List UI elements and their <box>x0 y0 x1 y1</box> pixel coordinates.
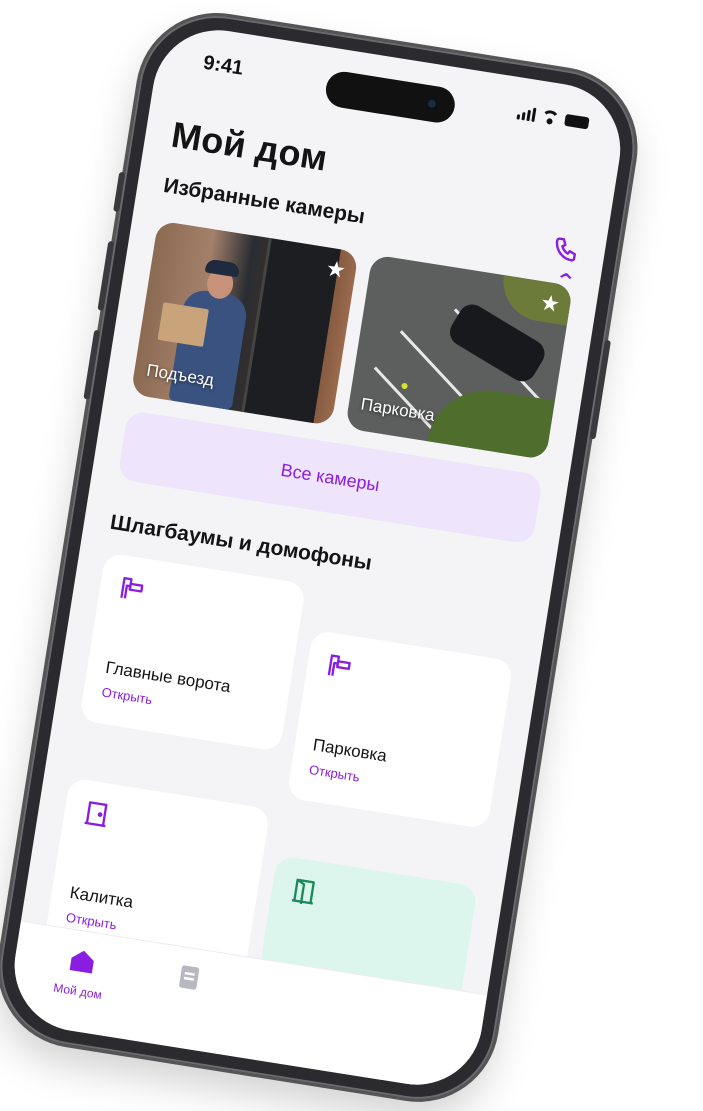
screen: 9:41 Мой дом Избранные камеры ⌃ ★ Подъез… <box>5 20 630 1095</box>
barrier-icon <box>327 654 351 676</box>
barrier-tile-parking[interactable]: Парковка Открыть <box>286 629 514 830</box>
phone-frame: 9:41 Мой дом Избранные камеры ⌃ ★ Подъез… <box>0 4 646 1111</box>
power-button <box>589 339 611 440</box>
barrier-icon <box>120 577 144 599</box>
open-link[interactable]: Открыть <box>308 762 361 785</box>
action-button <box>113 171 126 213</box>
open-link[interactable]: Открыть <box>101 684 154 707</box>
volume-up-button <box>97 240 115 311</box>
open-door-icon <box>291 878 315 905</box>
phone-icon[interactable] <box>551 235 581 265</box>
tile-name: Калитка <box>68 882 135 912</box>
tab-documents[interactable] <box>142 956 236 1005</box>
dynamic-island <box>323 69 458 126</box>
star-icon[interactable]: ★ <box>324 255 347 283</box>
tab-home[interactable]: Мой дом <box>32 939 129 1005</box>
barrier-tile-main-gate[interactable]: Главные ворота Открыть <box>79 552 307 752</box>
tile-name: Парковка <box>311 735 389 766</box>
main-content: Мой дом Избранные камеры ⌃ ★ Подъезд ● ★… <box>11 110 616 1059</box>
wifi-icon <box>540 109 560 126</box>
camera-card-entrance[interactable]: ★ Подъезд <box>130 220 359 426</box>
volume-down-button <box>83 329 101 400</box>
home-icon <box>69 950 94 974</box>
door-icon <box>84 801 108 828</box>
signal-icon <box>516 105 537 122</box>
brand-logo-icon: ● <box>399 376 411 394</box>
document-icon <box>179 965 200 990</box>
tab-label: Мой дом <box>52 980 103 1002</box>
camera-card-parking[interactable]: ● ★ Парковка <box>345 254 574 460</box>
camera-label: Парковка <box>359 394 437 425</box>
battery-icon <box>564 113 590 130</box>
status-icons <box>516 105 590 130</box>
front-camera <box>423 95 440 112</box>
star-icon[interactable]: ★ <box>539 289 562 317</box>
camera-parcel <box>157 302 209 347</box>
status-time: 9:41 <box>201 51 245 80</box>
